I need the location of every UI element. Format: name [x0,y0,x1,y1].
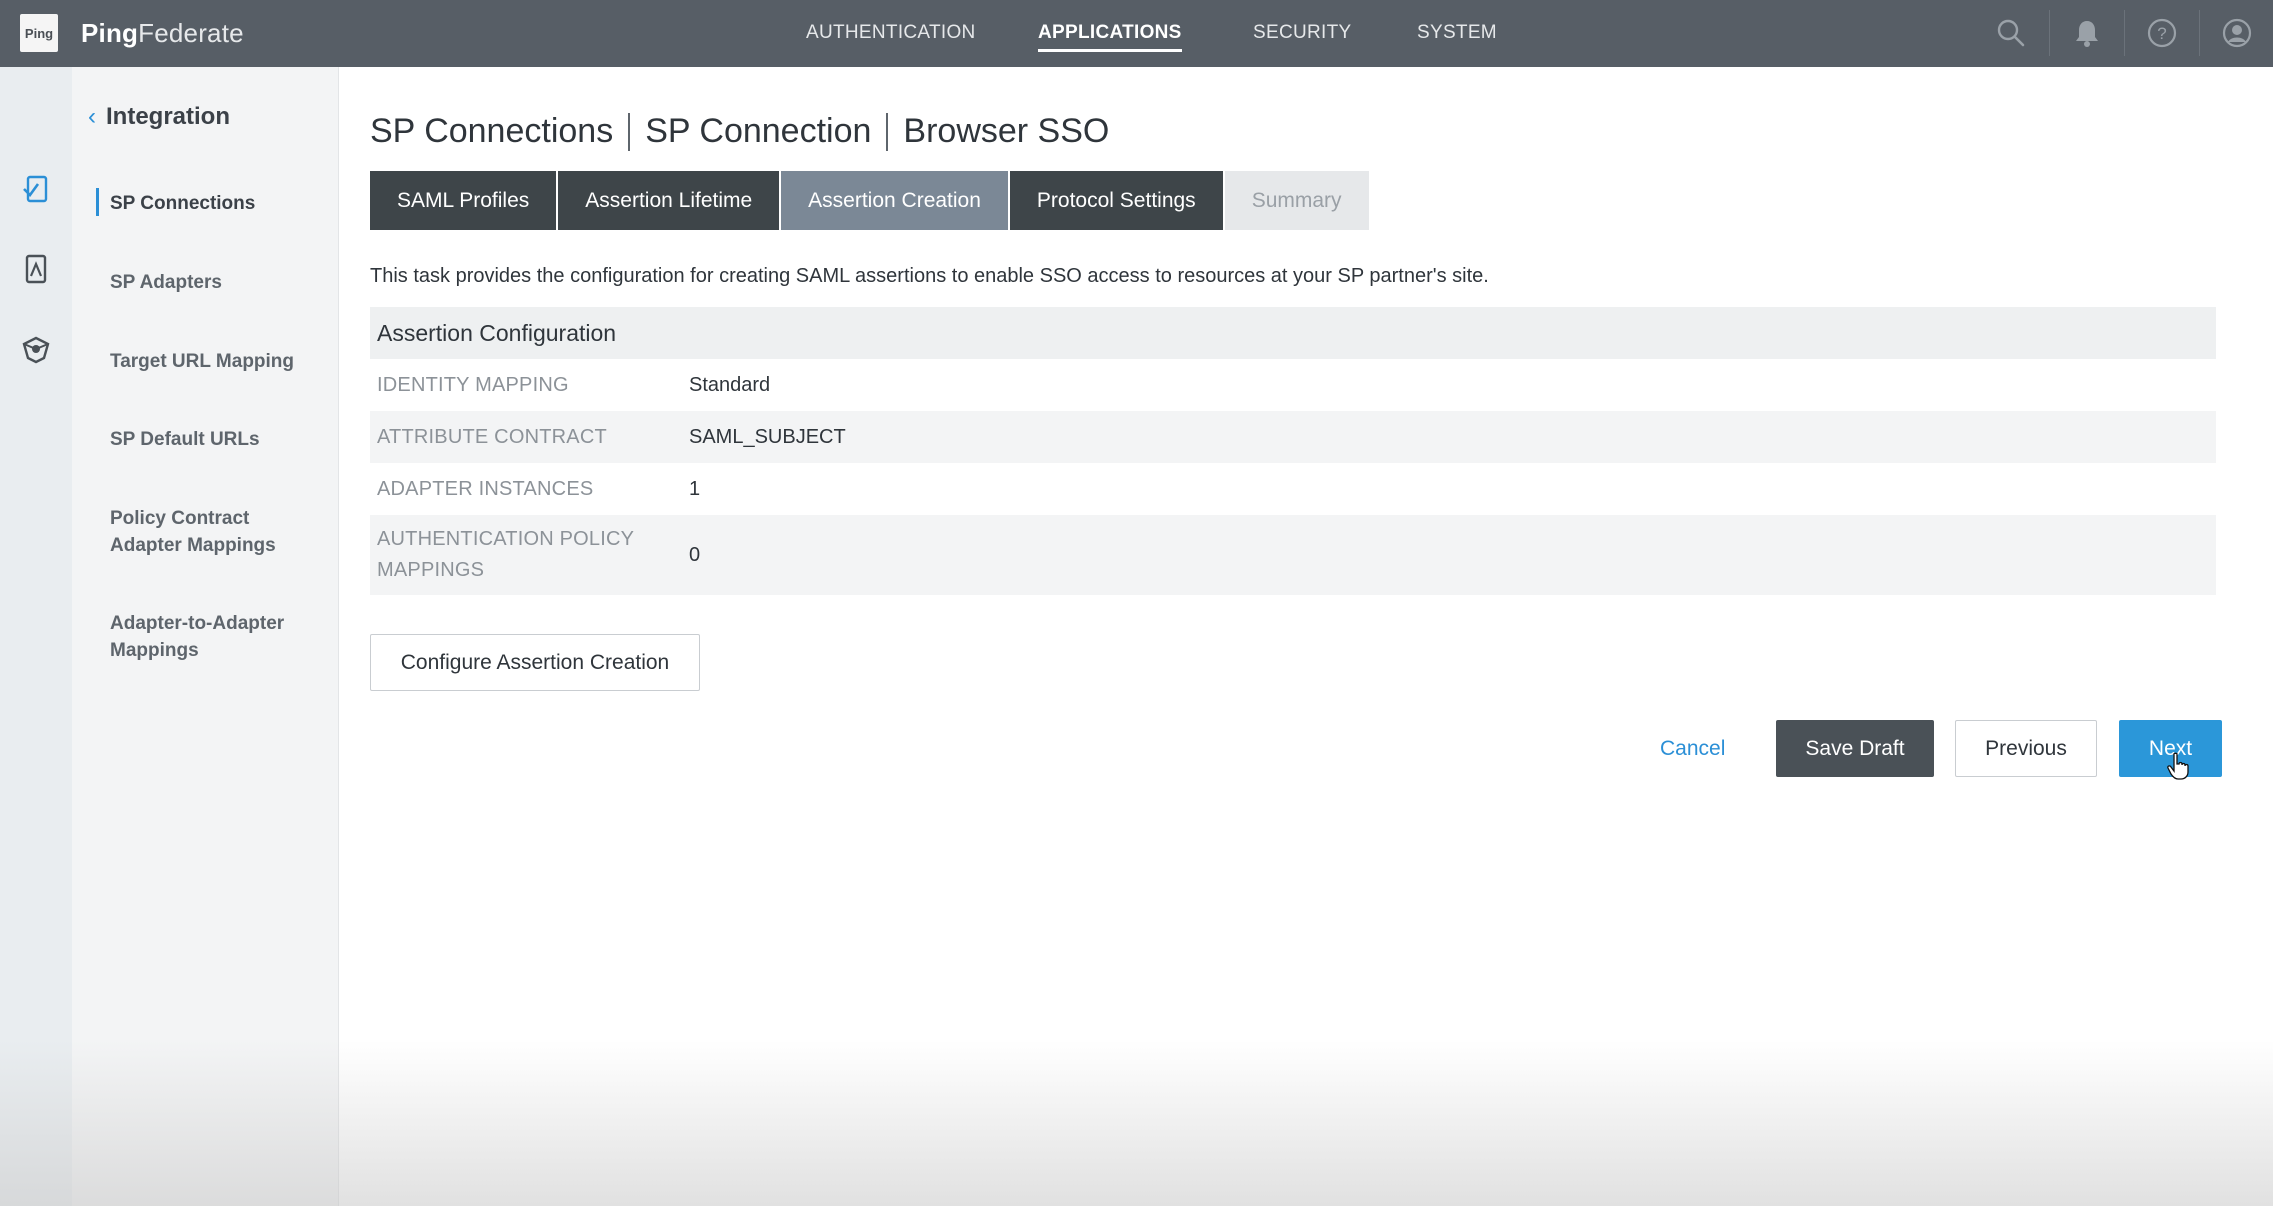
sidebar-item-sp-default-urls[interactable]: SP Default URLs [110,426,320,453]
task-description: This task provides the configuration for… [370,265,1489,287]
assertion-configuration-panel: Assertion Configuration IDENTITY MAPPING… [370,307,2216,595]
back-to-integration[interactable]: ‹ Integration [88,103,230,131]
sidebar-item-sp-connections[interactable]: SP Connections [96,188,320,217]
chevron-left-icon: ‹ [88,103,96,130]
ping-logo[interactable]: Ping [20,14,58,52]
tab-assertion-creation[interactable]: Assertion Creation [781,171,1008,230]
config-key: ATTRIBUTE CONTRACT [377,425,607,448]
toolbar-divider [2049,10,2050,56]
sidebar-item-sp-adapters[interactable]: SP Adapters [110,269,320,296]
config-value: SAML_SUBJECT [689,425,846,448]
svg-text:?: ? [2157,24,2166,43]
config-row: ATTRIBUTE CONTRACT SAML_SUBJECT [370,411,2216,463]
brand-name: PingFederate [81,18,244,49]
breadcrumb-browser-sso: Browser SSO [903,112,1110,150]
save-draft-button[interactable]: Save Draft [1776,720,1934,777]
previous-button[interactable]: Previous [1955,720,2097,777]
bell-icon[interactable] [2070,16,2104,50]
config-value: Standard [689,373,771,396]
sidebar-heading: Integration [106,103,230,130]
nav-security[interactable]: SECURITY [1253,22,1351,44]
nav-authentication[interactable]: AUTHENTICATION [806,22,976,44]
wizard-tabs: SAML Profiles Assertion Lifetime Asserti… [370,171,1371,230]
breadcrumb-divider [628,112,631,151]
brand-light: Federate [138,18,244,48]
config-key: ADAPTER INSTANCES [377,477,594,500]
tab-saml-profiles[interactable]: SAML Profiles [370,171,557,230]
tab-summary: Summary [1224,171,1369,230]
config-key: AUTHENTICATION POLICY MAPPINGS [377,528,634,581]
oauth-icon[interactable] [20,333,52,365]
tab-assertion-lifetime[interactable]: Assertion Lifetime [558,171,780,230]
nav-system[interactable]: SYSTEM [1417,22,1497,44]
config-value: 1 [689,477,701,500]
help-icon[interactable]: ? [2145,16,2179,50]
applications-icon[interactable] [20,173,52,205]
breadcrumb: SP Connections SP Connection Browser SSO [370,112,1109,151]
sidebar-item-policy-contract-adapter-mappings[interactable]: Policy Contract Adapter Mappings [110,505,300,559]
sidebar-item-adapter-to-adapter-mappings[interactable]: Adapter-to-Adapter Mappings [110,610,310,664]
logo-text: Ping [24,25,54,41]
integration-sidebar: ‹ Integration SP Connections SP Adapters… [72,67,339,1206]
bottom-fade [0,1040,2273,1206]
breadcrumb-sp-connections[interactable]: SP Connections [370,112,613,151]
nav-applications[interactable]: APPLICATIONS [1038,22,1182,52]
config-key: IDENTITY MAPPING [377,373,569,396]
configure-assertion-creation-button[interactable]: Configure Assertion Creation [370,634,700,691]
breadcrumb-divider [886,112,889,151]
brand-bold: Ping [81,18,139,48]
config-row: ADAPTER INSTANCES 1 [370,463,2216,515]
hand-cursor-icon [2167,752,2189,780]
cancel-button[interactable]: Cancel [1660,737,1725,761]
search-icon[interactable] [1994,16,2028,50]
config-row: IDENTITY MAPPING Standard [370,359,2216,411]
top-bar: Ping PingFederate AUTHENTICATION APPLICA… [0,0,2273,67]
user-icon[interactable] [2220,16,2254,50]
config-row: AUTHENTICATION POLICY MAPPINGS 0 [370,515,2216,595]
config-value: 0 [689,543,701,566]
breadcrumb-sp-connection[interactable]: SP Connection [645,112,871,151]
panel-title: Assertion Configuration [370,307,2216,359]
tab-protocol-settings[interactable]: Protocol Settings [1009,171,1223,230]
sidebar-item-target-url-mapping[interactable]: Target URL Mapping [110,348,320,375]
toolbar-divider [2124,10,2125,56]
icon-rail [0,67,72,1206]
toolbar-divider [2199,10,2200,56]
mobile-app-icon[interactable] [20,253,52,285]
